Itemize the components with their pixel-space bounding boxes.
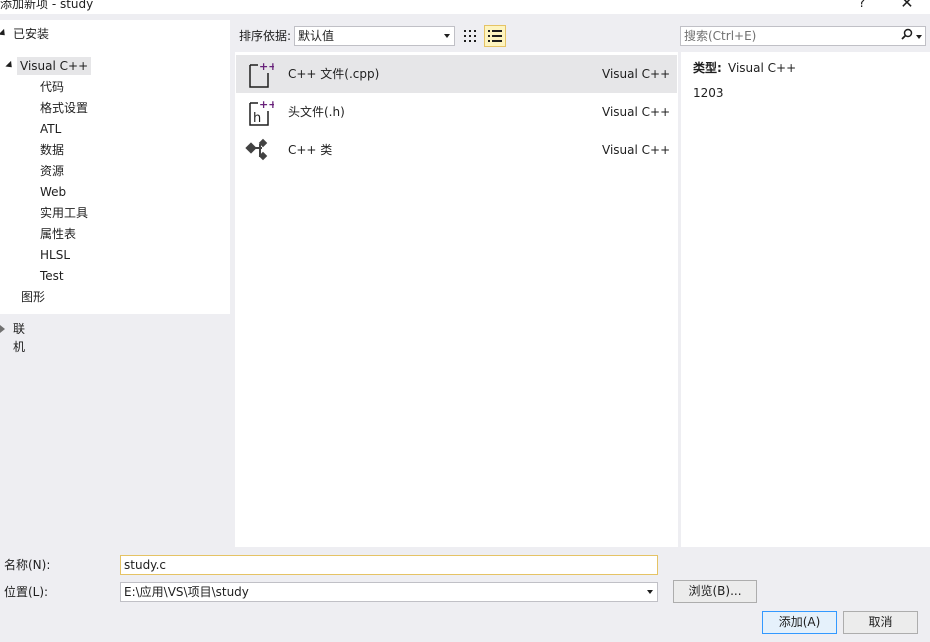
- tree-item-label: Visual C++: [17, 57, 92, 75]
- template-list: ++ C++ 文件(.cpp) Visual C++ h ++ 头文件(.h) …: [235, 52, 678, 547]
- category-tree: 已安装 Visual C++ 代码 格式设置 ATL 数据 资源 Web 实用工…: [0, 20, 230, 314]
- chevron-down-icon: [444, 34, 450, 38]
- collapsed-arrow-icon: [0, 325, 5, 333]
- name-field[interactable]: study.c: [120, 555, 658, 575]
- svg-text:h: h: [253, 111, 261, 126]
- small-icons-view-button[interactable]: [459, 25, 481, 47]
- browse-button[interactable]: 浏览(B)...: [673, 580, 757, 603]
- expanded-arrow-icon: [0, 28, 8, 39]
- tree-item-utility[interactable]: 实用工具: [40, 204, 88, 222]
- chevron-down-icon: [647, 590, 653, 594]
- template-name: C++ 类: [288, 143, 333, 157]
- search-placeholder: 搜索(Ctrl+E): [684, 29, 757, 43]
- location-dropdown[interactable]: E:\应用\VS\项目\study: [120, 582, 658, 602]
- help-button[interactable]: ?: [855, 0, 869, 12]
- details-pane: 类型: Visual C++ 1203: [681, 52, 930, 547]
- tree-item-resource[interactable]: 资源: [40, 162, 64, 180]
- window-title: 添加新项 - study: [0, 0, 94, 11]
- tree-item-hlsl[interactable]: HLSL: [40, 246, 70, 264]
- tree-item-label: 联机: [13, 322, 26, 354]
- location-value: E:\应用\VS\项目\study: [124, 585, 249, 599]
- cpp-class-icon: [245, 138, 268, 161]
- search-input[interactable]: 搜索(Ctrl+E): [680, 26, 926, 46]
- cancel-button[interactable]: 取消: [843, 611, 918, 634]
- template-description: 1203: [693, 86, 724, 100]
- template-item-cpp-class[interactable]: C++ 类 Visual C++: [236, 131, 677, 169]
- name-value: study.c: [124, 558, 166, 572]
- tree-item-web[interactable]: Web: [40, 183, 66, 201]
- cpp-file-icon: ++: [249, 60, 274, 88]
- type-label: 类型:: [693, 61, 722, 75]
- sort-label: 排序依据:: [239, 29, 292, 43]
- search-options-chevron-icon[interactable]: [916, 35, 922, 39]
- tree-item-test[interactable]: Test: [40, 267, 64, 285]
- template-name: C++ 文件(.cpp): [288, 67, 380, 81]
- template-language: Visual C++: [602, 105, 671, 119]
- search-icon[interactable]: [901, 28, 913, 46]
- template-item-cpp-file[interactable]: ++ C++ 文件(.cpp) Visual C++: [236, 55, 677, 93]
- sort-dropdown[interactable]: 默认值: [294, 26, 455, 46]
- grid-view-icon: [464, 30, 476, 42]
- title-bar: 添加新项 - study ? ✕: [0, 0, 930, 14]
- template-name: 头文件(.h): [288, 105, 345, 119]
- tree-item-label: 已安装: [13, 27, 50, 41]
- add-button[interactable]: 添加(A): [762, 611, 837, 634]
- type-value: Visual C++: [728, 61, 797, 75]
- template-language: Visual C++: [602, 67, 671, 81]
- tree-item-code[interactable]: 代码: [40, 78, 64, 96]
- list-view-icon: [488, 30, 502, 42]
- name-label: 名称(N):: [4, 558, 51, 572]
- template-language: Visual C++: [602, 143, 671, 157]
- expanded-arrow-icon: [5, 60, 15, 71]
- sort-value: 默认值: [298, 29, 335, 43]
- tree-item-data[interactable]: 数据: [40, 141, 64, 159]
- tree-item-graphics[interactable]: 图形: [21, 288, 45, 306]
- svg-text:++: ++: [259, 98, 274, 111]
- tree-item-formatting[interactable]: 格式设置: [40, 99, 88, 117]
- close-button[interactable]: ✕: [898, 0, 916, 12]
- svg-text:++: ++: [259, 60, 274, 73]
- tree-item-property-sheets[interactable]: 属性表: [40, 225, 76, 243]
- details-view-button[interactable]: [484, 25, 506, 47]
- tree-item-atl[interactable]: ATL: [40, 120, 61, 138]
- location-label: 位置(L):: [4, 585, 49, 599]
- template-item-header-file[interactable]: h ++ 头文件(.h) Visual C++: [236, 93, 677, 131]
- header-file-icon: h ++: [249, 98, 274, 126]
